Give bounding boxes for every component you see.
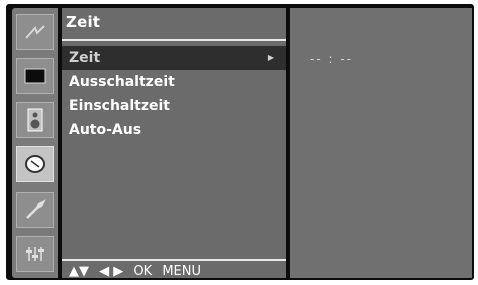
up-down-arrows-icon: ▲▼ [69, 264, 89, 279]
sidebar-item-antenna[interactable] [16, 14, 54, 50]
options-icon [26, 247, 44, 261]
value-panel: -- : -- [290, 8, 472, 278]
time-value-display: -- : -- [310, 52, 353, 66]
menu-hint: MENU [162, 264, 201, 279]
sidebar-item-time[interactable] [16, 146, 54, 182]
menu-list: Zeit ▶ Ausschaltzeit Einschaltzeit Auto-… [62, 46, 286, 142]
sidebar-item-sound[interactable] [16, 102, 54, 138]
picture-icon [24, 68, 46, 84]
nav-footer: ▲▼ ◀ ▶ OK MENU [62, 259, 286, 283]
menu-item-label: Zeit [69, 50, 101, 66]
menu-title-bar: Zeit [62, 8, 286, 38]
menu-panel: Zeit Zeit ▶ Ausschaltzeit Einschaltzeit … [62, 8, 286, 279]
speaker-icon [27, 108, 43, 132]
submenu-arrow-icon: ▶ [267, 53, 274, 62]
title-divider [62, 39, 286, 41]
menu-item-einschaltzeit[interactable]: Einschaltzeit [62, 94, 286, 118]
menu-item-auto-aus[interactable]: Auto-Aus [62, 118, 286, 142]
menu-item-zeit[interactable]: Zeit ▶ [62, 46, 286, 70]
menu-item-label: Einschaltzeit [69, 98, 171, 114]
antenna-icon [25, 25, 45, 39]
menu-item-label: Auto-Aus [69, 122, 142, 138]
sidebar-item-options[interactable] [16, 236, 54, 272]
sidebar-item-picture[interactable] [16, 58, 54, 94]
wrench-icon [26, 199, 46, 219]
menu-item-label: Ausschaltzeit [69, 74, 175, 90]
ok-hint: OK [133, 264, 153, 279]
sidebar-item-setup[interactable] [16, 192, 54, 228]
nav-hint: ▲▼ ◀ ▶ OK MENU [69, 264, 201, 279]
footer-divider [62, 259, 286, 261]
menu-title: Zeit [66, 13, 101, 31]
menu-item-ausschaltzeit[interactable]: Ausschaltzeit [62, 70, 286, 94]
clock-icon [25, 155, 45, 173]
sidebar [12, 8, 58, 278]
left-right-arrows-icon: ◀ ▶ [99, 264, 124, 279]
